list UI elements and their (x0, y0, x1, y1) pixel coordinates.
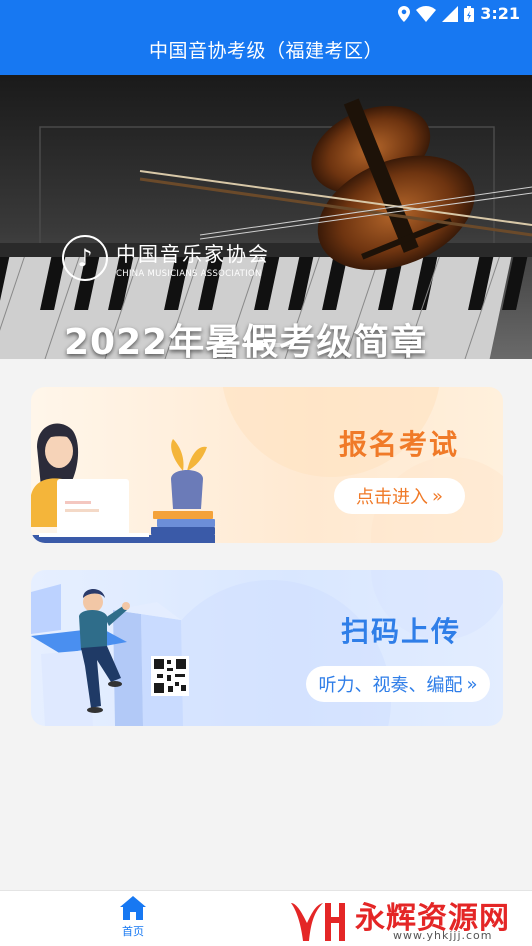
upload-types-button[interactable]: 听力、视奏、编配 » (306, 666, 490, 702)
association-emblem-icon: ♪ (62, 235, 108, 281)
watermark: 永辉资源网 www.yhkjjj.com (285, 891, 532, 946)
logo-chinese-name: 中国音乐家协会 (116, 241, 270, 266)
nav-home-label: 首页 (122, 925, 144, 938)
scan-upload-card[interactable]: 扫码上传 听力、视奏、编配 » (31, 570, 503, 726)
battery-icon (464, 5, 475, 22)
woman-at-laptop-illustration (31, 387, 503, 543)
exam-card-title: 报名考试 (338, 428, 459, 461)
app-header: 3:21 中国音协考级（福建考区） (0, 0, 532, 75)
carousel-dot[interactable] (268, 343, 292, 347)
status-time: 3:21 (480, 4, 520, 23)
exam-registration-card[interactable]: 报名考试 点击进入 » (31, 387, 503, 543)
carousel-indicator (242, 343, 292, 347)
watermark-logo (291, 903, 345, 941)
page-title: 中国音协考级（福建考区） (148, 40, 383, 62)
home-icon (120, 896, 146, 920)
nav-home-tab[interactable]: 首页 (108, 895, 158, 945)
location-icon (398, 5, 411, 22)
wifi-icon (416, 5, 437, 22)
upload-types-label: 听力、视奏、编配 (318, 675, 463, 696)
status-icons: 3:21 (398, 4, 520, 23)
enter-button-label: 点击进入 (355, 487, 428, 508)
double-chevron-right-icon: » (431, 485, 443, 507)
banner-title: 2022年暑假考级简章 (64, 322, 428, 359)
bottom-navigation: 首页 永辉资源网 www.yhkjjj.com (0, 890, 532, 946)
scan-card-title: 扫码上传 (340, 615, 461, 648)
logo-english-name: CHINA MUSICIANS ASSOCIATION (116, 268, 262, 279)
enter-button[interactable]: 点击进入 » (334, 478, 465, 514)
carousel-dot-active[interactable] (242, 343, 268, 347)
status-bar: 3:21 (0, 0, 532, 28)
association-logo-text: 中国音乐家协会 CHINA MUSICIANS ASSOCIATION (116, 238, 270, 279)
banner-carousel[interactable]: ♪ 中国音乐家协会 CHINA MUSICIANS ASSOCIATION 20… (0, 75, 532, 359)
association-logo: ♪ 中国音乐家协会 CHINA MUSICIANS ASSOCIATION (62, 235, 270, 281)
signal-icon (442, 5, 459, 22)
double-chevron-right-icon: » (466, 673, 478, 695)
watermark-url: www.yhkjjj.com (393, 929, 493, 942)
